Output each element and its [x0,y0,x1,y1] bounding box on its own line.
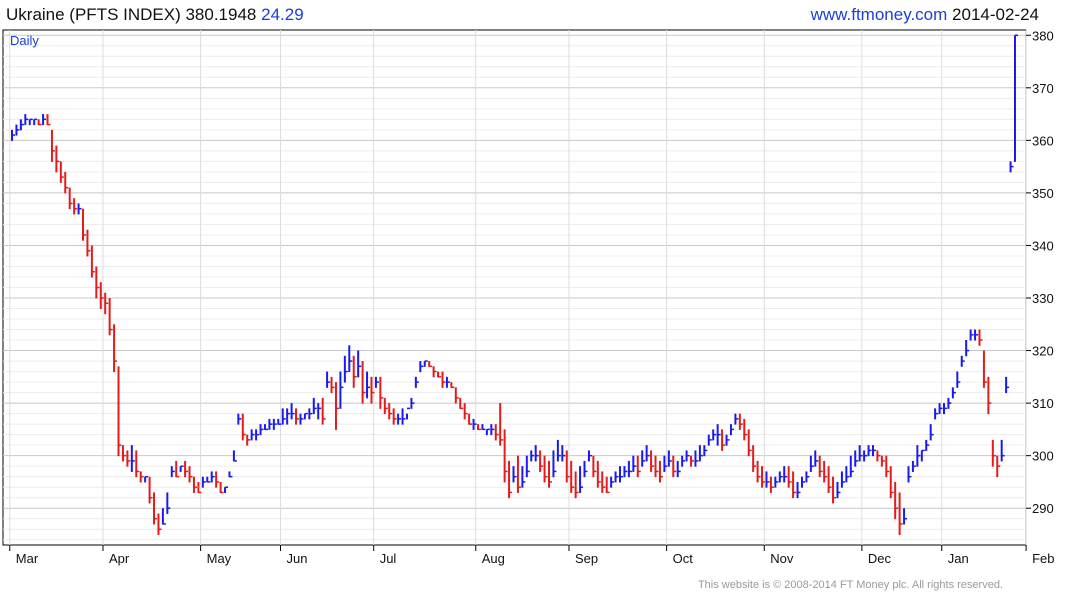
x-tick-label: May [207,551,232,566]
y-tick-label: 340 [1032,238,1054,253]
y-tick-label: 290 [1032,501,1054,516]
x-tick-label: Jun [287,551,308,566]
y-tick-label: 320 [1032,344,1054,359]
y-tick-label: 360 [1032,133,1054,148]
y-tick-label: 350 [1032,186,1054,201]
x-tick-label: Oct [673,551,694,566]
x-tick-label: Nov [770,551,794,566]
x-tick-label: Feb [1032,551,1054,566]
x-tick-label: Dec [868,551,892,566]
y-tick-label: 330 [1032,291,1054,306]
x-tick-label: Jul [380,551,397,566]
x-tick-label: Aug [482,551,505,566]
y-tick-label: 300 [1032,449,1054,464]
y-tick-label: 370 [1032,81,1054,96]
x-tick-label: Mar [16,551,39,566]
x-tick-label: Apr [109,551,130,566]
y-tick-label: 310 [1032,396,1054,411]
x-tick-label: Jan [948,551,969,566]
frequency-label: Daily [10,33,39,48]
x-tick-label: Sep [575,551,598,566]
y-tick-label: 380 [1032,28,1054,43]
copyright-note: This website is © 2008-2014 FT Money plc… [697,579,1003,591]
price-chart: 290 300 310 320 330 340 350 360 370 380 Mar Apr May J… [2,28,1055,566]
